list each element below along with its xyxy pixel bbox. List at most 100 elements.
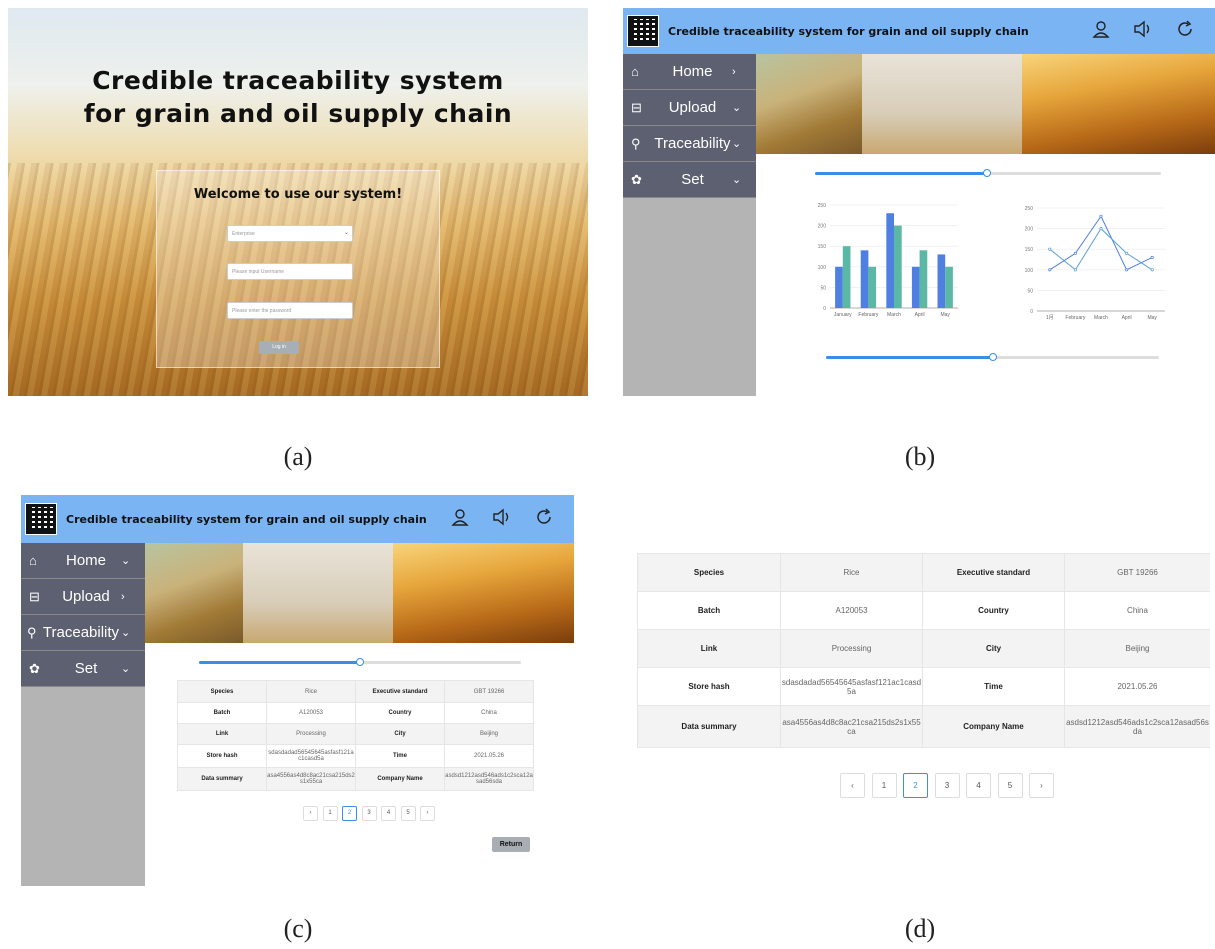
chevron-right-icon: › bbox=[732, 65, 736, 78]
page-button[interactable]: 3 bbox=[934, 773, 960, 798]
user-icon[interactable] bbox=[448, 508, 472, 531]
page-button[interactable]: 5 bbox=[997, 773, 1023, 798]
nav-set[interactable]: ✿ Set ⌄ bbox=[623, 162, 756, 198]
field-label: Data summary bbox=[177, 767, 267, 791]
bar bbox=[886, 213, 894, 308]
nav-home[interactable]: ⌂ Home › bbox=[623, 54, 756, 90]
prev-page-button[interactable]: ‹ bbox=[303, 806, 318, 821]
x-tick-label: May bbox=[940, 312, 950, 318]
field-value: Processing bbox=[266, 723, 356, 745]
product-banner bbox=[756, 54, 1215, 154]
x-tick-label: March bbox=[1094, 315, 1108, 321]
data-point bbox=[1048, 247, 1052, 251]
chevron-right-icon: › bbox=[121, 590, 125, 603]
x-tick-label: May bbox=[1147, 315, 1157, 321]
prev-page-button[interactable]: ‹ bbox=[840, 773, 865, 798]
page-button[interactable]: 1 bbox=[322, 806, 338, 821]
page-button[interactable]: 4 bbox=[381, 806, 396, 821]
title-line-2: for grain and oil supply chain bbox=[83, 99, 513, 128]
field-value: A120053 bbox=[780, 591, 923, 630]
nav-upload-label: Upload bbox=[62, 588, 110, 605]
data-point bbox=[1150, 255, 1154, 259]
field-value: asa4556as4d8c8ac21csa215ds2s1x55ca bbox=[780, 705, 923, 748]
welcome-text: Welcome to use our system! bbox=[193, 187, 403, 202]
field-value: asa4556as4d8c8ac21csa215ds2s1x55ca bbox=[266, 767, 356, 791]
field-value: Beijing bbox=[1064, 629, 1210, 668]
nav-traceability-label: Traceability bbox=[42, 624, 120, 641]
field-value: 2021.05.26 bbox=[1064, 667, 1210, 706]
field-label: Species bbox=[177, 680, 267, 703]
login-screen: Credible traceability system for grain a… bbox=[8, 8, 588, 396]
next-page-button[interactable]: › bbox=[420, 806, 435, 821]
data-point bbox=[1099, 227, 1103, 231]
field-label: City bbox=[922, 629, 1065, 668]
username-input[interactable]: Please input Username bbox=[227, 263, 353, 280]
nav-upload[interactable]: ⊟ Upload › bbox=[21, 579, 145, 615]
dashboard-screen: Credible traceability system for grain a… bbox=[623, 8, 1215, 396]
trace-detail-screen: Species Rice Executive standard GBT 19266 Ba… bbox=[637, 553, 1210, 803]
progress-slider[interactable] bbox=[199, 658, 521, 666]
table-row: Species Rice Executive standard GBT 19266 bbox=[637, 553, 1210, 592]
slider-fill bbox=[826, 356, 993, 359]
field-label: Company Name bbox=[922, 705, 1065, 748]
app-title: Credible traceability system for grain a… bbox=[668, 24, 1029, 38]
caption-c: (c) bbox=[283, 914, 313, 943]
nav-set-label: Set bbox=[74, 660, 98, 677]
field-label: Country bbox=[922, 591, 1065, 630]
field-label: Batch bbox=[177, 702, 267, 724]
speaker-icon[interactable] bbox=[1131, 20, 1155, 43]
user-icon[interactable] bbox=[1089, 20, 1113, 43]
pagination: ‹ 1 2 3 4 5 › bbox=[303, 806, 440, 821]
slider-handle[interactable] bbox=[989, 353, 997, 361]
role-select[interactable]: Enterprise ⌄ bbox=[227, 225, 353, 242]
pagination: ‹ 1 2 3 4 5 › bbox=[840, 773, 1061, 798]
page-button[interactable]: 1 bbox=[871, 773, 897, 798]
page-button[interactable]: 4 bbox=[966, 773, 991, 798]
gear-icon: ✿ bbox=[631, 171, 642, 187]
field-label: Batch bbox=[637, 591, 781, 630]
qr-code-logo bbox=[25, 503, 57, 535]
traceability-screen: Credible traceability system for grain a… bbox=[21, 495, 574, 886]
refresh-icon[interactable] bbox=[1173, 19, 1197, 43]
page-button[interactable]: 3 bbox=[361, 806, 377, 821]
data-point bbox=[1099, 214, 1103, 218]
chevron-down-icon: ⌄ bbox=[121, 663, 131, 675]
refresh-icon[interactable] bbox=[532, 507, 556, 531]
return-button[interactable]: Return bbox=[492, 837, 530, 852]
nav-home[interactable]: ⌂ Home ⌄ bbox=[21, 543, 145, 579]
field-value: Processing bbox=[780, 629, 923, 668]
nav-traceability[interactable]: ⚲ Traceability ⌄ bbox=[21, 615, 145, 651]
field-value: Rice bbox=[780, 553, 923, 592]
field-label: Store hash bbox=[637, 667, 781, 706]
slider-handle[interactable] bbox=[983, 169, 991, 177]
password-input[interactable]: Please enter the password bbox=[227, 302, 353, 319]
next-page-button[interactable]: › bbox=[1029, 773, 1054, 798]
nav-traceability[interactable]: ⚲ Traceability ⌄ bbox=[623, 126, 756, 162]
role-select-value: Enterprise bbox=[232, 231, 255, 237]
banner-rice-oil-image bbox=[756, 54, 862, 154]
slider-handle[interactable] bbox=[356, 658, 364, 666]
page-button[interactable]: 2 bbox=[903, 773, 928, 798]
x-tick-label: April bbox=[1122, 315, 1132, 321]
page-button[interactable]: 5 bbox=[400, 806, 416, 821]
field-value: asdsd1212asd546ads1c2sca12asad56sda bbox=[444, 767, 534, 791]
bar bbox=[937, 254, 946, 308]
banner-rice-bag-image bbox=[862, 54, 1022, 154]
login-button[interactable]: Log in bbox=[259, 341, 299, 354]
trace-record-table: Species Rice Executive standard GBT 19266 Ba… bbox=[177, 680, 534, 791]
nav-upload[interactable]: ⊟ Upload ⌄ bbox=[623, 90, 756, 126]
bar bbox=[894, 225, 902, 308]
page-button[interactable]: 2 bbox=[342, 806, 357, 821]
field-value: sdasdadad56545645asfasf121ac1casd5a bbox=[780, 667, 923, 706]
speaker-icon[interactable] bbox=[490, 508, 514, 531]
nav-upload-label: Upload bbox=[668, 99, 717, 116]
progress-slider-bottom[interactable] bbox=[826, 353, 1159, 361]
banner-wheat-sunset-image bbox=[1022, 54, 1215, 154]
y-tick-label: 200 bbox=[818, 224, 827, 230]
data-point bbox=[1125, 251, 1129, 255]
nav-set[interactable]: ✿ Set ⌄ bbox=[21, 651, 145, 687]
progress-slider-top[interactable] bbox=[815, 169, 1161, 177]
scan-icon: ⊟ bbox=[631, 99, 642, 115]
x-tick-label: March bbox=[887, 312, 901, 318]
data-point bbox=[1150, 268, 1154, 272]
